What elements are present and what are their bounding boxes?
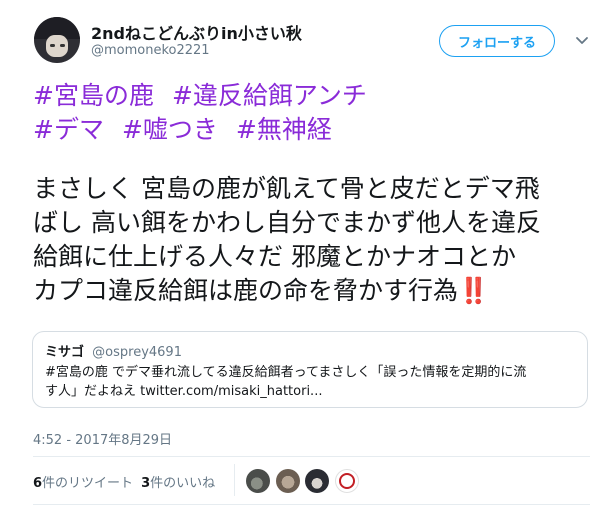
hashtag-link[interactable]: #無神経: [236, 115, 332, 144]
tweet-timestamp[interactable]: 4:52 - 2017年8月29日: [33, 429, 172, 448]
quoted-text-line: #宮島の鹿 でデマ垂れ流してる違反給餌者ってまさしく「誤った情報を定期的に流: [45, 365, 527, 380]
quoted-text-line: す人」だよねえ twitter.com/misaki_hattori...: [45, 384, 323, 399]
tweet-stats: 6件のリツイート 3件のいいね: [33, 472, 215, 491]
hashtag-link[interactable]: #違反給餌アンチ: [172, 81, 367, 110]
red-stamp-icon: [339, 473, 355, 489]
like-stat[interactable]: 3件のいいね: [141, 476, 215, 491]
tweet-body-line: ばし 高い餌をかわし自分でまかず他人を違反: [33, 208, 541, 237]
hashtag-line: #デマ #嘘つき #無神経: [33, 113, 385, 147]
liker-avatar[interactable]: [335, 469, 359, 493]
author-handle[interactable]: @momoneko2221: [91, 43, 210, 58]
hashtag-block: #宮島の鹿 #違反給餌アンチ #デマ #嘘つき #無神経: [33, 79, 385, 147]
retweet-stat[interactable]: 6件のリツイート: [33, 476, 133, 491]
tweet-body-line: 給餌に仕上げる人々だ 邪魔とかナオコとか: [33, 242, 516, 271]
like-count: 3: [141, 476, 151, 491]
avatar-eye: [60, 44, 65, 47]
author-display-name[interactable]: 2ndねこどんぶりin小さい秋: [91, 20, 302, 44]
retweet-label: 件のリツイート: [42, 476, 134, 491]
quoted-author-handle: @osprey4691: [92, 345, 182, 360]
liker-avatar[interactable]: [305, 469, 329, 493]
tweet-body-line: カプコ違反給餌は鹿の命を脅かす行為: [33, 276, 459, 305]
chevron-down-icon[interactable]: [574, 32, 590, 48]
quoted-author-name: ミサゴ: [45, 345, 85, 360]
hashtag-line: #宮島の鹿 #違反給餌アンチ: [33, 79, 385, 113]
hashtag-link[interactable]: #宮島の鹿: [33, 81, 154, 110]
liker-avatar[interactable]: [276, 469, 300, 493]
quoted-tweet-card[interactable]: ミサゴ @osprey4691 #宮島の鹿 でデマ垂れ流してる違反給餌者ってまさ…: [32, 331, 588, 408]
divider: [33, 456, 590, 457]
author-avatar[interactable]: [34, 17, 80, 63]
hashtag-link[interactable]: #デマ: [33, 115, 104, 144]
like-label: 件のいいね: [150, 476, 216, 491]
quoted-tweet-header: ミサゴ @osprey4691: [45, 341, 575, 360]
double-exclamation-icon: ‼️: [458, 276, 489, 305]
divider: [33, 504, 590, 505]
tweet-body-line-last: カプコ違反給餌は鹿の命を脅かす行為‼️: [33, 274, 588, 308]
liker-avatar[interactable]: [246, 469, 270, 493]
hashtag-link[interactable]: #嘘つき: [122, 115, 218, 144]
follow-button[interactable]: フォローする: [439, 25, 555, 57]
stats-separator: [234, 464, 235, 496]
tweet-body-line: まさしく 宮島の鹿が飢えて骨と皮だとデマ飛: [33, 174, 540, 203]
follow-button-label: フォローする: [457, 35, 536, 51]
avatar-eye: [50, 44, 55, 47]
tweet-body: まさしく 宮島の鹿が飢えて骨と皮だとデマ飛 ばし 高い餌をかわし自分でまかず他人…: [33, 172, 588, 308]
quoted-tweet-text: #宮島の鹿 でデマ垂れ流してる違反給餌者ってまさしく「誤った情報を定期的に流 す…: [45, 363, 575, 401]
retweet-count: 6: [33, 476, 43, 491]
